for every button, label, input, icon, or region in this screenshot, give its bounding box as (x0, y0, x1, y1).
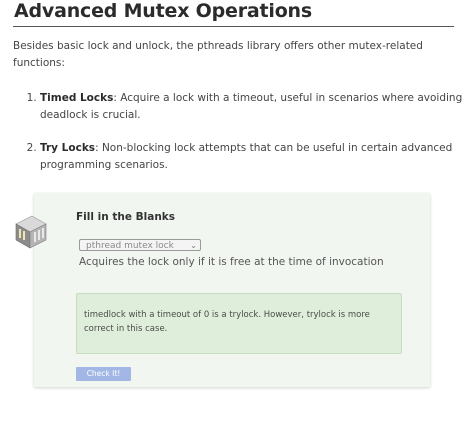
list-item-term: Try Locks (40, 142, 96, 154)
feature-list: Timed Locks: Acquire a lock with a timeo… (13, 90, 464, 190)
list-item-text: : Non-blocking lock attempts that can be… (40, 142, 453, 171)
blank-description: Acquires the lock only if it is free at … (79, 256, 384, 268)
exercise-title: Fill in the Blanks (76, 211, 176, 223)
list-item: Try Locks: Non-blocking lock attempts th… (40, 140, 464, 174)
list-item-term: Timed Locks (40, 92, 114, 104)
answer-select[interactable]: pthread mutex lock ⌄ (79, 239, 201, 251)
feedback-box: timedlock with a timeout of 0 is a trylo… (76, 293, 402, 354)
answer-select-value: pthread mutex lock (86, 241, 174, 251)
server-rack-icon (15, 215, 47, 249)
section-title: Advanced Mutex Operations (14, 0, 312, 22)
check-it-button[interactable]: Check It! (76, 367, 131, 381)
chevron-down-icon: ⌄ (190, 241, 197, 250)
title-divider (13, 26, 454, 27)
list-item: Timed Locks: Acquire a lock with a timeo… (40, 90, 464, 124)
intro-paragraph: Besides basic lock and unlock, the pthre… (13, 40, 423, 69)
exercise-card: Fill in the Blanks pthread mutex lock ⌄ … (34, 193, 430, 387)
